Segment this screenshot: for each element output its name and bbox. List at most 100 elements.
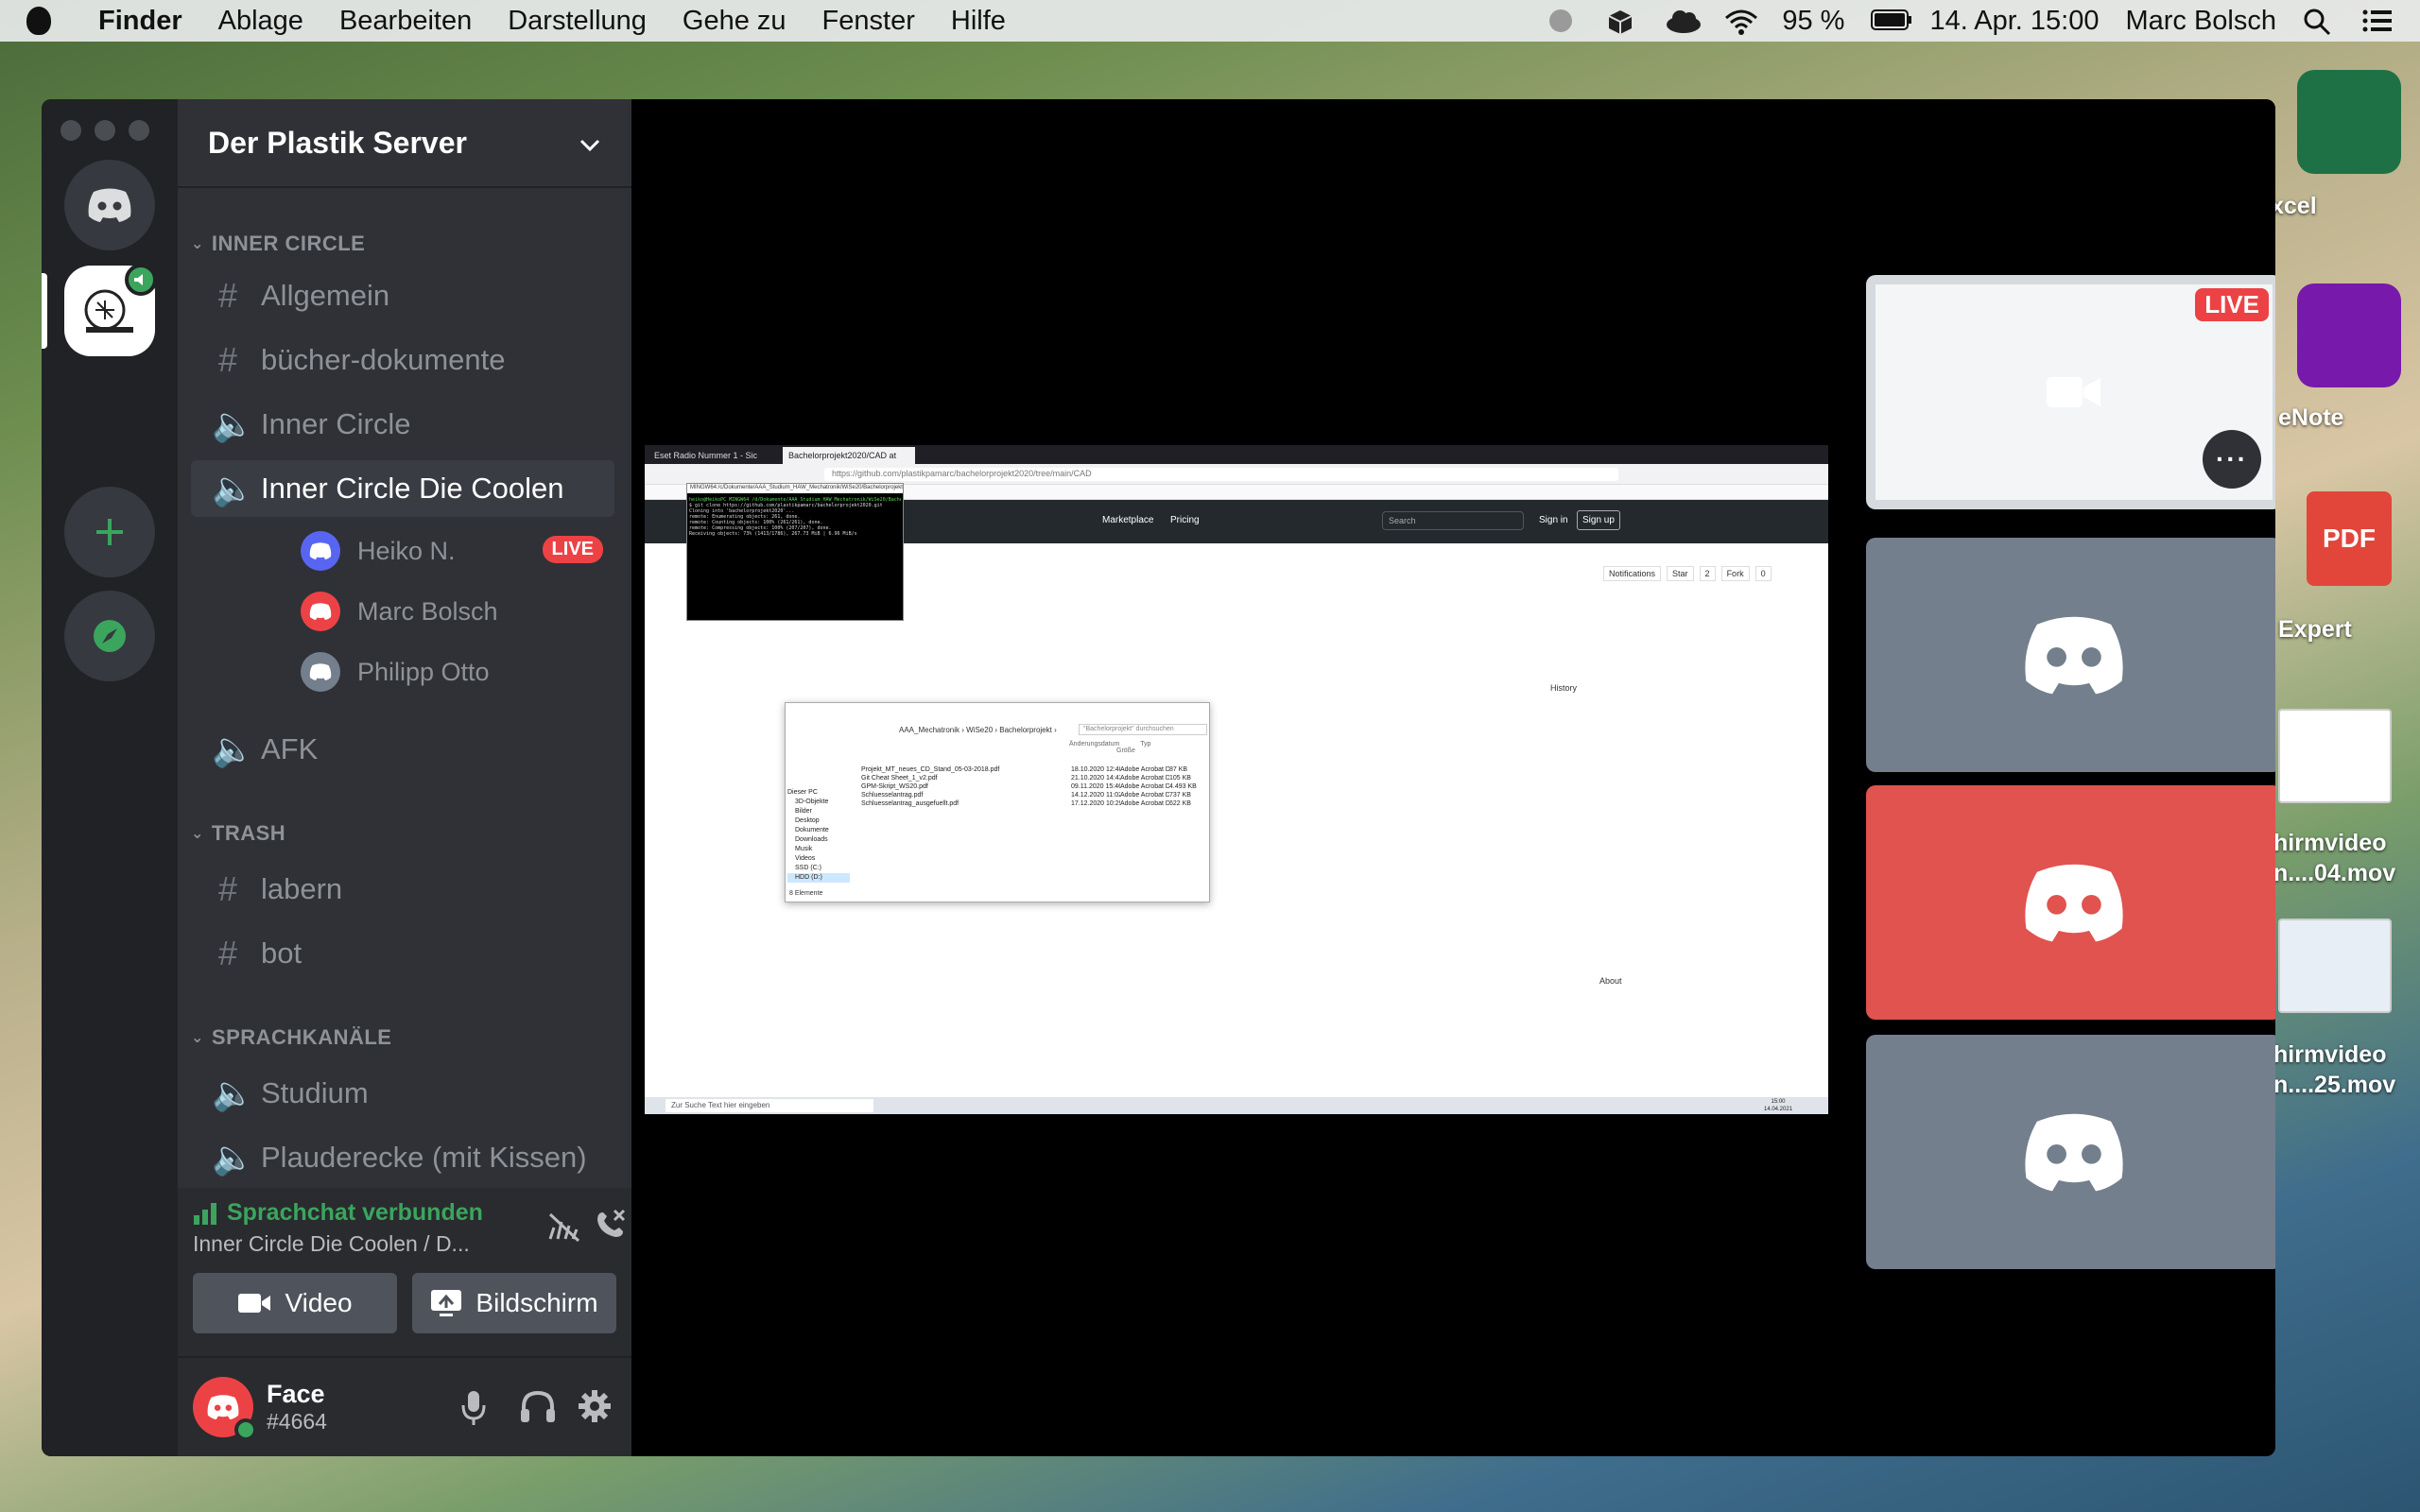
more-options-button[interactable]: ··· bbox=[2203, 430, 2261, 489]
gh-star[interactable]: Star bbox=[1667, 566, 1694, 581]
gh-fork-count: 0 bbox=[1754, 566, 1772, 581]
stream-preview-tile[interactable]: LIVE ··· bbox=[1866, 275, 2275, 509]
headphones-icon[interactable] bbox=[520, 1390, 556, 1429]
video-thumbnail-2[interactable] bbox=[2278, 919, 2392, 1013]
file-row[interactable]: Git Cheat Sheet_1_v2.pdf 21.10.2020 14:43… bbox=[861, 774, 1207, 782]
server-icon-plastik[interactable] bbox=[64, 264, 157, 356]
battery-icon[interactable] bbox=[1871, 8, 1912, 34]
file-row[interactable]: Schluesselantrag_ausgefuellt.pdf 17.12.20… bbox=[861, 799, 1207, 808]
voice-channel-link[interactable]: Inner Circle Die Coolen / D... bbox=[193, 1231, 470, 1257]
window-zoom-button[interactable] bbox=[129, 120, 149, 141]
spotlight-search-icon[interactable] bbox=[2303, 8, 2335, 36]
category-inner-circle[interactable]: ⌄ INNER CIRCLE bbox=[191, 232, 365, 256]
onenote-app-icon[interactable] bbox=[2297, 284, 2401, 387]
file-cell: 09.11.2020 15:46 bbox=[1071, 783, 1120, 790]
microphone-icon[interactable] bbox=[461, 1390, 486, 1431]
video-button[interactable]: Video bbox=[193, 1273, 397, 1333]
nav-item[interactable]: 3D-Objekte bbox=[787, 798, 850, 807]
menu-darstellung[interactable]: Darstellung bbox=[508, 6, 647, 37]
nav-item[interactable]: Dieser PC bbox=[787, 788, 850, 798]
chevron-down-icon[interactable] bbox=[579, 126, 601, 161]
column-header[interactable]: Größe bbox=[1116, 747, 1135, 754]
nav-item[interactable]: SSD (C:) bbox=[787, 864, 850, 873]
disconnect-call-icon[interactable] bbox=[594, 1207, 628, 1246]
cloud-icon[interactable] bbox=[1665, 8, 1702, 34]
menu-ablage[interactable]: Ablage bbox=[218, 6, 303, 37]
window-minimize-button[interactable] bbox=[95, 120, 115, 141]
gh-notifications[interactable]: Notifications bbox=[1603, 566, 1662, 581]
channel-studium[interactable]: 🔈 Studium bbox=[191, 1065, 614, 1122]
gh-fork[interactable]: Fork bbox=[1720, 566, 1750, 581]
box-icon[interactable] bbox=[1606, 8, 1638, 34]
explorer-path[interactable]: AAA_Mechatronik › WiSe20 › Bachelorproje… bbox=[899, 726, 1057, 734]
menu-bearbeiten[interactable]: Bearbeiten bbox=[339, 6, 472, 37]
video-file-label-2: hirmvideo n....25.mov bbox=[2273, 1041, 2396, 1098]
taskbar-clock[interactable]: 15:00 14.04.2021 bbox=[1764, 1098, 1792, 1113]
screen-share-button[interactable]: Bildschirm bbox=[412, 1273, 616, 1333]
channel-plauderecke[interactable]: 🔈 Plauderecke (mit Kissen) bbox=[191, 1129, 614, 1186]
channel-allgemein[interactable]: # Allgemein bbox=[191, 267, 614, 324]
gh-nav-marketplace[interactable]: Marketplace bbox=[1102, 515, 1153, 525]
gear-icon[interactable] bbox=[577, 1388, 613, 1429]
url-field[interactable]: https://github.com/plastikpamarc/bachelo… bbox=[824, 468, 1618, 481]
channel-inner-circle[interactable]: 🔈 Inner Circle bbox=[191, 396, 614, 453]
clock[interactable]: 14. Apr. 15:00 bbox=[1929, 6, 2099, 37]
column-header[interactable]: Änderungsdatum bbox=[1069, 741, 1119, 747]
noise-suppression-icon[interactable] bbox=[546, 1211, 580, 1247]
category-trash[interactable]: ⌄ TRASH bbox=[191, 821, 285, 846]
discord-home-icon[interactable] bbox=[64, 160, 155, 250]
file-row[interactable]: Projekt_MT_neues_CD_Stand_05-03-2018.pdf… bbox=[861, 765, 1207, 774]
video-thumbnail-1[interactable] bbox=[2278, 709, 2392, 803]
pdf-expert-icon[interactable]: PDF bbox=[2307, 491, 2392, 586]
avatar[interactable] bbox=[193, 1377, 257, 1441]
apple-menu-icon[interactable] bbox=[26, 7, 51, 35]
server-sidebar bbox=[42, 99, 178, 1456]
menu-gehe-zu[interactable]: Gehe zu bbox=[683, 6, 786, 37]
participant-tile-heiko[interactable] bbox=[1866, 538, 2275, 772]
gh-nav-pricing[interactable]: Pricing bbox=[1170, 515, 1200, 525]
gh-signin[interactable]: Sign in bbox=[1539, 515, 1568, 525]
file-row[interactable]: Schluesselantrag.pdf 14.12.2020 11:02 Adob… bbox=[861, 791, 1207, 799]
wifi-icon[interactable] bbox=[1723, 8, 1758, 35]
status-dot-icon[interactable] bbox=[1547, 8, 1580, 34]
gh-search[interactable]: Search bbox=[1382, 511, 1524, 530]
nav-item[interactable]: HDD (D:) bbox=[787, 873, 850, 883]
channel-labern[interactable]: # labern bbox=[191, 861, 614, 918]
participant-tile-marc[interactable] bbox=[1866, 785, 2275, 1020]
browser-tab-active[interactable]: Bachelorprojekt2020/CAD at bbox=[783, 447, 915, 464]
channel-buecher-dokumente[interactable]: # bücher-dokumente bbox=[191, 332, 614, 388]
add-server-button[interactable] bbox=[64, 487, 155, 577]
menu-hilfe[interactable]: Hilfe bbox=[951, 6, 1006, 37]
category-sprachkanaele[interactable]: ⌄ SPRACHKANÄLE bbox=[191, 1025, 391, 1050]
notification-center-icon[interactable] bbox=[2361, 8, 2394, 34]
menu-fenster[interactable]: Fenster bbox=[822, 6, 915, 37]
channel-afk[interactable]: 🔈 AFK bbox=[191, 721, 614, 778]
browser-tab[interactable]: Eset Radio Nummer 1 - Sic bbox=[648, 448, 781, 463]
channel-inner-circle-die-coolen[interactable]: 🔈 Inner Circle Die Coolen bbox=[191, 460, 614, 517]
explorer-search[interactable]: "Bachelorprojekt" durchsuchen bbox=[1079, 724, 1207, 735]
explore-servers-compass-icon[interactable] bbox=[64, 591, 155, 681]
gh-about[interactable]: About bbox=[1599, 976, 1622, 986]
server-header[interactable]: Der Plastik Server bbox=[178, 99, 631, 188]
menu-finder[interactable]: Finder bbox=[98, 6, 182, 37]
file-row[interactable]: GPM-Skript_WS20.pdf 09.11.2020 15:46 Adobe… bbox=[861, 782, 1207, 791]
nav-item[interactable]: Dokumente bbox=[787, 826, 850, 835]
participant-tile-philipp[interactable] bbox=[1866, 1035, 2275, 1269]
current-user[interactable]: Marc Bolsch bbox=[2125, 6, 2276, 37]
excel-app-icon[interactable] bbox=[2297, 70, 2401, 174]
window-close-button[interactable] bbox=[60, 120, 81, 141]
gh-signup[interactable]: Sign up bbox=[1577, 510, 1620, 530]
voice-user-marc[interactable]: Marc Bolsch bbox=[301, 587, 498, 636]
channel-bot[interactable]: # bot bbox=[191, 925, 614, 982]
nav-item[interactable]: Videos bbox=[787, 854, 850, 864]
taskbar-search[interactable]: Zur Suche Text hier eingeben bbox=[666, 1099, 873, 1112]
voice-connected-status[interactable]: Sprachchat verbunden bbox=[193, 1199, 483, 1227]
nav-item[interactable]: Downloads bbox=[787, 835, 850, 845]
nav-item[interactable]: Desktop bbox=[787, 816, 850, 826]
nav-item[interactable]: Bilder bbox=[787, 807, 850, 816]
voice-user-philipp[interactable]: Philipp Otto bbox=[301, 647, 490, 696]
column-header[interactable]: Typ bbox=[1140, 741, 1150, 747]
nav-item[interactable]: Musik bbox=[787, 845, 850, 854]
screen-share-stream[interactable]: Eset Radio Nummer 1 - Sic Bachelorprojek… bbox=[645, 445, 1828, 1114]
gh-history[interactable]: History bbox=[1550, 683, 1577, 693]
